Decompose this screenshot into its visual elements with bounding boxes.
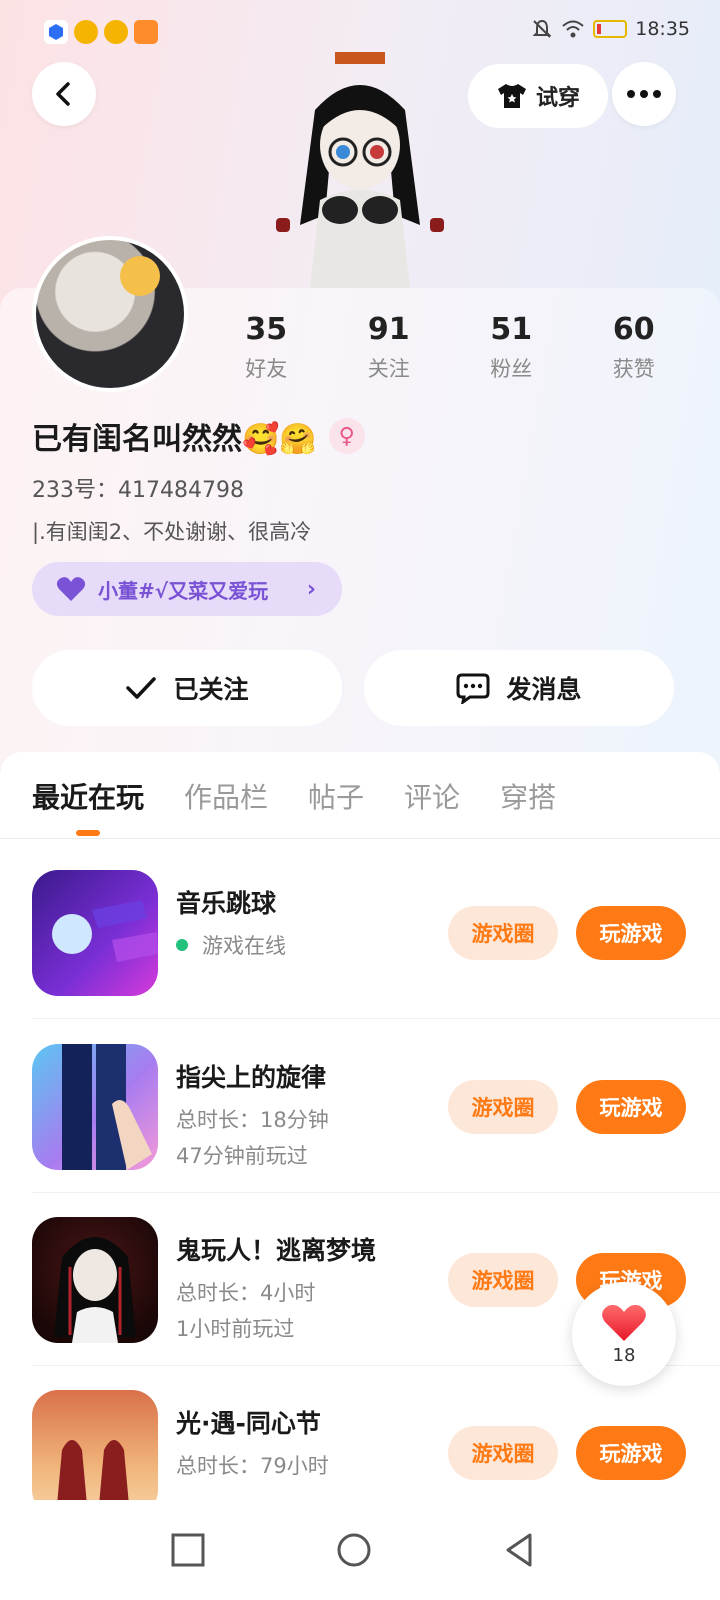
- user-id[interactable]: 233号：417484798: [32, 472, 244, 504]
- home-icon[interactable]: [334, 1530, 374, 1570]
- profile-tabs: 最近在玩 作品栏 帖子 评论 穿搭: [32, 776, 556, 836]
- chevron-right-icon: ›: [306, 576, 316, 602]
- system-navigation-bar: [0, 1500, 720, 1600]
- stat-likes[interactable]: 60 获赞: [573, 312, 696, 383]
- game-title: 指尖上的旋律: [176, 1063, 327, 1092]
- online-dot-icon: [176, 939, 188, 951]
- back-arrow-icon: [56, 82, 70, 106]
- total-playtime: 总时长：79小时: [176, 1454, 329, 1478]
- stat-value: 91: [367, 312, 410, 347]
- tab-recently-played[interactable]: 最近在玩: [32, 776, 144, 836]
- game-row[interactable]: 光·遇-同心节 总时长：79小时 游戏圈 玩游戏: [0, 1390, 720, 1500]
- message-label: 发消息: [506, 675, 582, 704]
- back-triangle-icon[interactable]: [500, 1530, 540, 1570]
- name-row: 已有闺名叫然然🥰🤗 ♀: [32, 414, 365, 458]
- profile-name: 已有闺名叫然然🥰🤗: [32, 422, 317, 457]
- heart-icon: [602, 1304, 646, 1341]
- avatar[interactable]: [32, 236, 188, 392]
- mute-icon: [532, 19, 552, 38]
- stat-label: 粉丝: [490, 357, 533, 381]
- stat-label: 获赞: [612, 357, 655, 381]
- like-count: 18: [612, 1344, 636, 1366]
- stat-value: 51: [490, 312, 533, 347]
- game-title: 光·遇-同心节: [176, 1409, 321, 1438]
- stat-value: 60: [612, 312, 655, 347]
- game-title: 鬼玩人！逃离梦境: [176, 1236, 377, 1265]
- chat-bubble-icon: [456, 673, 490, 704]
- play-game-button[interactable]: 玩游戏: [576, 1080, 686, 1134]
- try-on-button[interactable]: 试穿: [468, 64, 608, 128]
- last-played: 1小时前玩过: [176, 1317, 295, 1341]
- game-circle-button[interactable]: 游戏圈: [448, 1253, 558, 1307]
- stat-friends[interactable]: 35 好友: [205, 312, 328, 383]
- tab-works[interactable]: 作品栏: [184, 776, 268, 816]
- tab-outfits[interactable]: 穿搭: [500, 776, 556, 816]
- divider: [0, 838, 720, 839]
- emoji-sticker-icon: [120, 256, 160, 296]
- game-icon-music-ball[interactable]: [32, 870, 158, 996]
- game-row[interactable]: 指尖上的旋律 总时长：18分钟 47分钟前玩过 游戏圈 玩游戏: [0, 1044, 720, 1214]
- tab-posts[interactable]: 帖子: [308, 776, 364, 816]
- profile-bio: |.有闺闺2、不处谢谢、很高冷: [32, 520, 312, 544]
- security-app-icon: [44, 20, 68, 44]
- checkmark-icon: [126, 677, 157, 699]
- stat-value: 35: [245, 312, 288, 347]
- play-game-button[interactable]: 玩游戏: [576, 1426, 686, 1480]
- status-bar: 18:35: [0, 18, 720, 46]
- female-gender-icon: ♀: [328, 418, 365, 454]
- like-button[interactable]: 18: [572, 1282, 676, 1386]
- followed-label: 已关注: [173, 675, 249, 704]
- battery-icon: [593, 20, 628, 38]
- more-button[interactable]: [612, 62, 676, 126]
- game-icon-ghost-escape[interactable]: [32, 1217, 158, 1343]
- guild-label: 小董#√又菜又爱玩: [98, 578, 269, 603]
- game-title: 音乐跳球: [176, 889, 277, 918]
- total-playtime: 总时长：18分钟: [176, 1108, 329, 1132]
- divider: [32, 1192, 720, 1193]
- recent-apps-icon[interactable]: [168, 1530, 208, 1570]
- stat-following[interactable]: 91 关注: [328, 312, 451, 383]
- taobao-app-icon: [104, 20, 128, 44]
- online-label: 游戏在线: [202, 934, 286, 958]
- game-icon-sky[interactable]: [32, 1390, 158, 1500]
- more-dots-icon: [627, 90, 661, 98]
- followed-button[interactable]: 已关注: [32, 650, 342, 726]
- profile-stats: 35 好友 91 关注 51 粉丝 60 获赞: [205, 312, 695, 383]
- game-circle-button[interactable]: 游戏圈: [448, 1080, 558, 1134]
- divider: [32, 1018, 720, 1019]
- status-time: 18:35: [635, 18, 690, 40]
- stat-label: 好友: [245, 357, 288, 381]
- wifi-icon: [562, 20, 584, 38]
- game-circle-button[interactable]: 游戏圈: [448, 906, 558, 960]
- back-button[interactable]: [32, 62, 96, 126]
- message-button[interactable]: 发消息: [364, 650, 674, 726]
- avatar-photo: [36, 240, 184, 388]
- game-row[interactable]: 音乐跳球 游戏在线 游戏圈 玩游戏: [0, 870, 720, 1040]
- tshirt-icon: [497, 84, 526, 108]
- stat-label: 关注: [367, 357, 410, 381]
- stat-followers[interactable]: 51 粉丝: [450, 312, 573, 383]
- play-game-button[interactable]: 玩游戏: [576, 906, 686, 960]
- try-on-label: 试穿: [535, 86, 580, 111]
- tab-comments[interactable]: 评论: [404, 776, 460, 816]
- game-online-status: 游戏在线: [176, 930, 286, 960]
- heart-icon: [56, 577, 86, 601]
- shopping-app-icon: [134, 20, 158, 44]
- game-circle-button[interactable]: 游戏圈: [448, 1426, 558, 1480]
- total-playtime: 总时长：4小时: [176, 1281, 316, 1305]
- guild-badge[interactable]: 小董#√又菜又爱玩 ›: [32, 562, 342, 616]
- game-icon-fingertip-melody[interactable]: [32, 1044, 158, 1170]
- taobao-app-icon: [74, 20, 98, 44]
- avatar-figure-illustration: [276, 52, 444, 288]
- last-played: 47分钟前玩过: [176, 1144, 308, 1168]
